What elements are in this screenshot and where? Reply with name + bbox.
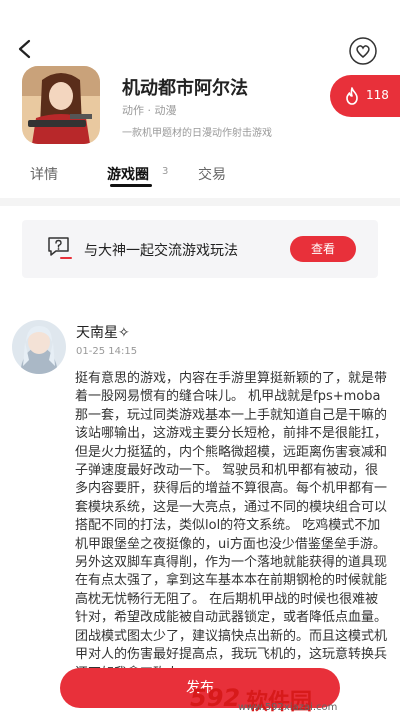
flame-icon: [346, 87, 358, 105]
section-divider: [0, 198, 400, 206]
watermark-url: www.592xiazai.com: [238, 702, 338, 713]
hot-count: 118: [366, 88, 389, 102]
tab-game-circle-count: 3: [162, 166, 169, 177]
community-banner[interactable]: 与大神一起交流游戏玩法 查看: [22, 220, 378, 278]
tab-details[interactable]: 详情: [30, 164, 58, 184]
banner-text: 与大神一起交流游戏玩法: [84, 243, 238, 259]
tab-bar: 详情 游戏圈 3 交易: [0, 160, 400, 190]
post-time: 01-25 14:15: [76, 346, 138, 357]
tab-trade[interactable]: 交易: [198, 164, 226, 184]
back-arrow-icon[interactable]: [14, 38, 36, 60]
view-button[interactable]: 查看: [290, 236, 356, 262]
top-bar: [0, 30, 400, 70]
watermark-brand: 592: [190, 684, 241, 712]
game-cover-image[interactable]: [22, 66, 100, 144]
game-header: 机动都市阿尔法 动作 · 动漫 一款机甲题材的日漫动作射击游戏 118: [0, 66, 400, 156]
hot-badge[interactable]: 118: [330, 75, 400, 117]
game-title: 机动都市阿尔法: [122, 78, 248, 99]
chat-question-icon: [48, 237, 72, 259]
heart-follow-icon[interactable]: [348, 36, 378, 66]
post-content[interactable]: 挺有意思的游戏，内容在手游里算挺新颖的了，就是带着一股网易惯有的缝合味儿。 机甲…: [75, 370, 387, 683]
tab-game-circle[interactable]: 游戏圈: [107, 164, 149, 184]
user-avatar[interactable]: [12, 320, 66, 374]
active-tab-indicator: [110, 184, 152, 187]
post-username[interactable]: 天南星✧: [76, 322, 130, 342]
game-description: 一款机甲题材的日漫动作射击游戏: [122, 128, 272, 139]
game-tags: 动作 · 动漫: [122, 104, 177, 117]
